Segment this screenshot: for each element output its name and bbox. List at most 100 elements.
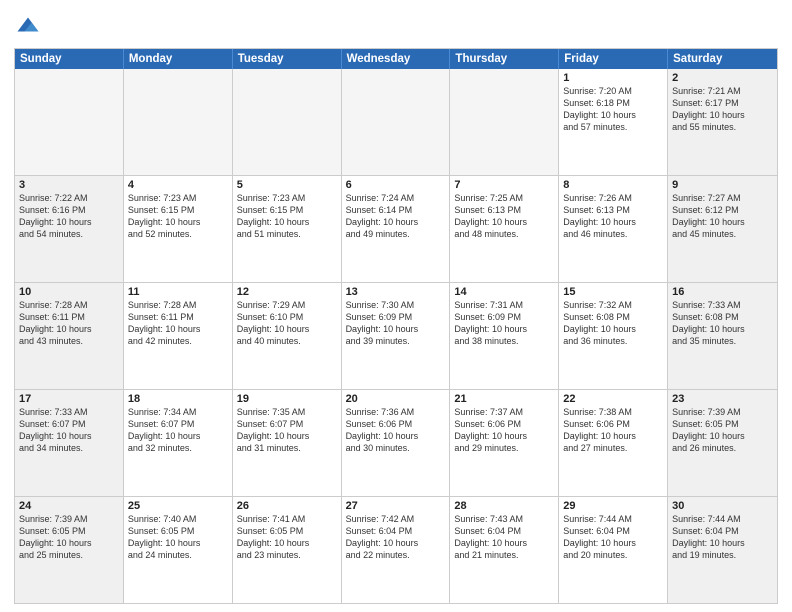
day-number: 6 xyxy=(346,179,446,191)
day-info: Sunrise: 7:37 AM Sunset: 6:06 PM Dayligh… xyxy=(454,406,554,455)
logo-icon xyxy=(14,14,42,42)
day-cell-1: 1Sunrise: 7:20 AM Sunset: 6:18 PM Daylig… xyxy=(559,69,668,175)
day-number: 2 xyxy=(672,72,773,84)
day-info: Sunrise: 7:44 AM Sunset: 6:04 PM Dayligh… xyxy=(563,513,663,562)
day-cell-26: 26Sunrise: 7:41 AM Sunset: 6:05 PM Dayli… xyxy=(233,497,342,603)
day-number: 20 xyxy=(346,393,446,405)
day-cell-13: 13Sunrise: 7:30 AM Sunset: 6:09 PM Dayli… xyxy=(342,283,451,389)
day-info: Sunrise: 7:39 AM Sunset: 6:05 PM Dayligh… xyxy=(19,513,119,562)
day-number: 24 xyxy=(19,500,119,512)
day-cell-8: 8Sunrise: 7:26 AM Sunset: 6:13 PM Daylig… xyxy=(559,176,668,282)
calendar-row-2: 10Sunrise: 7:28 AM Sunset: 6:11 PM Dayli… xyxy=(15,283,777,390)
day-info: Sunrise: 7:32 AM Sunset: 6:08 PM Dayligh… xyxy=(563,299,663,348)
day-cell-19: 19Sunrise: 7:35 AM Sunset: 6:07 PM Dayli… xyxy=(233,390,342,496)
day-cell-27: 27Sunrise: 7:42 AM Sunset: 6:04 PM Dayli… xyxy=(342,497,451,603)
day-cell-3: 3Sunrise: 7:22 AM Sunset: 6:16 PM Daylig… xyxy=(15,176,124,282)
day-number: 19 xyxy=(237,393,337,405)
day-info: Sunrise: 7:38 AM Sunset: 6:06 PM Dayligh… xyxy=(563,406,663,455)
day-number: 9 xyxy=(672,179,773,191)
day-number: 7 xyxy=(454,179,554,191)
day-info: Sunrise: 7:36 AM Sunset: 6:06 PM Dayligh… xyxy=(346,406,446,455)
day-info: Sunrise: 7:41 AM Sunset: 6:05 PM Dayligh… xyxy=(237,513,337,562)
calendar: SundayMondayTuesdayWednesdayThursdayFrid… xyxy=(14,48,778,604)
day-info: Sunrise: 7:42 AM Sunset: 6:04 PM Dayligh… xyxy=(346,513,446,562)
day-cell-10: 10Sunrise: 7:28 AM Sunset: 6:11 PM Dayli… xyxy=(15,283,124,389)
day-cell-7: 7Sunrise: 7:25 AM Sunset: 6:13 PM Daylig… xyxy=(450,176,559,282)
day-info: Sunrise: 7:27 AM Sunset: 6:12 PM Dayligh… xyxy=(672,192,773,241)
day-number: 5 xyxy=(237,179,337,191)
day-cell-5: 5Sunrise: 7:23 AM Sunset: 6:15 PM Daylig… xyxy=(233,176,342,282)
day-info: Sunrise: 7:33 AM Sunset: 6:08 PM Dayligh… xyxy=(672,299,773,348)
day-info: Sunrise: 7:23 AM Sunset: 6:15 PM Dayligh… xyxy=(237,192,337,241)
header-day-tuesday: Tuesday xyxy=(233,49,342,69)
day-info: Sunrise: 7:33 AM Sunset: 6:07 PM Dayligh… xyxy=(19,406,119,455)
day-info: Sunrise: 7:40 AM Sunset: 6:05 PM Dayligh… xyxy=(128,513,228,562)
empty-cell-0-2 xyxy=(233,69,342,175)
day-number: 22 xyxy=(563,393,663,405)
header xyxy=(14,10,778,42)
empty-cell-0-4 xyxy=(450,69,559,175)
day-cell-30: 30Sunrise: 7:44 AM Sunset: 6:04 PM Dayli… xyxy=(668,497,777,603)
day-cell-25: 25Sunrise: 7:40 AM Sunset: 6:05 PM Dayli… xyxy=(124,497,233,603)
day-number: 16 xyxy=(672,286,773,298)
day-info: Sunrise: 7:22 AM Sunset: 6:16 PM Dayligh… xyxy=(19,192,119,241)
day-cell-24: 24Sunrise: 7:39 AM Sunset: 6:05 PM Dayli… xyxy=(15,497,124,603)
day-info: Sunrise: 7:28 AM Sunset: 6:11 PM Dayligh… xyxy=(19,299,119,348)
header-day-thursday: Thursday xyxy=(450,49,559,69)
header-day-wednesday: Wednesday xyxy=(342,49,451,69)
day-info: Sunrise: 7:21 AM Sunset: 6:17 PM Dayligh… xyxy=(672,85,773,134)
calendar-row-4: 24Sunrise: 7:39 AM Sunset: 6:05 PM Dayli… xyxy=(15,497,777,603)
calendar-row-1: 3Sunrise: 7:22 AM Sunset: 6:16 PM Daylig… xyxy=(15,176,777,283)
day-cell-6: 6Sunrise: 7:24 AM Sunset: 6:14 PM Daylig… xyxy=(342,176,451,282)
day-number: 21 xyxy=(454,393,554,405)
day-cell-17: 17Sunrise: 7:33 AM Sunset: 6:07 PM Dayli… xyxy=(15,390,124,496)
day-number: 1 xyxy=(563,72,663,84)
day-info: Sunrise: 7:23 AM Sunset: 6:15 PM Dayligh… xyxy=(128,192,228,241)
day-number: 4 xyxy=(128,179,228,191)
day-cell-4: 4Sunrise: 7:23 AM Sunset: 6:15 PM Daylig… xyxy=(124,176,233,282)
day-cell-15: 15Sunrise: 7:32 AM Sunset: 6:08 PM Dayli… xyxy=(559,283,668,389)
day-number: 3 xyxy=(19,179,119,191)
day-number: 28 xyxy=(454,500,554,512)
day-number: 12 xyxy=(237,286,337,298)
day-number: 18 xyxy=(128,393,228,405)
day-info: Sunrise: 7:25 AM Sunset: 6:13 PM Dayligh… xyxy=(454,192,554,241)
calendar-body: 1Sunrise: 7:20 AM Sunset: 6:18 PM Daylig… xyxy=(15,69,777,603)
day-number: 15 xyxy=(563,286,663,298)
day-number: 30 xyxy=(672,500,773,512)
day-number: 10 xyxy=(19,286,119,298)
day-number: 11 xyxy=(128,286,228,298)
day-number: 25 xyxy=(128,500,228,512)
page-container: SundayMondayTuesdayWednesdayThursdayFrid… xyxy=(0,0,792,612)
day-number: 8 xyxy=(563,179,663,191)
day-cell-11: 11Sunrise: 7:28 AM Sunset: 6:11 PM Dayli… xyxy=(124,283,233,389)
calendar-row-0: 1Sunrise: 7:20 AM Sunset: 6:18 PM Daylig… xyxy=(15,69,777,176)
calendar-header: SundayMondayTuesdayWednesdayThursdayFrid… xyxy=(15,49,777,69)
day-cell-2: 2Sunrise: 7:21 AM Sunset: 6:17 PM Daylig… xyxy=(668,69,777,175)
day-info: Sunrise: 7:29 AM Sunset: 6:10 PM Dayligh… xyxy=(237,299,337,348)
day-number: 17 xyxy=(19,393,119,405)
day-number: 29 xyxy=(563,500,663,512)
day-info: Sunrise: 7:34 AM Sunset: 6:07 PM Dayligh… xyxy=(128,406,228,455)
day-info: Sunrise: 7:31 AM Sunset: 6:09 PM Dayligh… xyxy=(454,299,554,348)
day-cell-29: 29Sunrise: 7:44 AM Sunset: 6:04 PM Dayli… xyxy=(559,497,668,603)
day-info: Sunrise: 7:43 AM Sunset: 6:04 PM Dayligh… xyxy=(454,513,554,562)
day-info: Sunrise: 7:28 AM Sunset: 6:11 PM Dayligh… xyxy=(128,299,228,348)
day-cell-12: 12Sunrise: 7:29 AM Sunset: 6:10 PM Dayli… xyxy=(233,283,342,389)
day-cell-14: 14Sunrise: 7:31 AM Sunset: 6:09 PM Dayli… xyxy=(450,283,559,389)
day-cell-9: 9Sunrise: 7:27 AM Sunset: 6:12 PM Daylig… xyxy=(668,176,777,282)
day-info: Sunrise: 7:24 AM Sunset: 6:14 PM Dayligh… xyxy=(346,192,446,241)
day-info: Sunrise: 7:39 AM Sunset: 6:05 PM Dayligh… xyxy=(672,406,773,455)
day-number: 27 xyxy=(346,500,446,512)
day-number: 23 xyxy=(672,393,773,405)
day-cell-20: 20Sunrise: 7:36 AM Sunset: 6:06 PM Dayli… xyxy=(342,390,451,496)
header-day-friday: Friday xyxy=(559,49,668,69)
day-cell-28: 28Sunrise: 7:43 AM Sunset: 6:04 PM Dayli… xyxy=(450,497,559,603)
day-cell-18: 18Sunrise: 7:34 AM Sunset: 6:07 PM Dayli… xyxy=(124,390,233,496)
day-cell-23: 23Sunrise: 7:39 AM Sunset: 6:05 PM Dayli… xyxy=(668,390,777,496)
day-info: Sunrise: 7:26 AM Sunset: 6:13 PM Dayligh… xyxy=(563,192,663,241)
header-day-sunday: Sunday xyxy=(15,49,124,69)
day-cell-21: 21Sunrise: 7:37 AM Sunset: 6:06 PM Dayli… xyxy=(450,390,559,496)
day-info: Sunrise: 7:30 AM Sunset: 6:09 PM Dayligh… xyxy=(346,299,446,348)
empty-cell-0-3 xyxy=(342,69,451,175)
